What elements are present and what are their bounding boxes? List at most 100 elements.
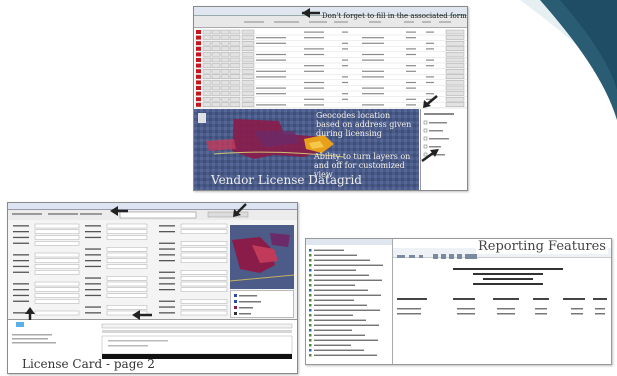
row-text (362, 37, 384, 39)
row-action-button (229, 35, 241, 40)
report-item-label (314, 279, 382, 281)
row-text (342, 48, 348, 50)
arrow-icon (302, 8, 320, 18)
form-fields (13, 223, 228, 316)
row-text (342, 59, 348, 61)
row-edit-button (445, 69, 465, 74)
shot1-title: Vendor License Datagrid (211, 173, 362, 187)
row-text (362, 76, 384, 78)
row-action-button (241, 85, 255, 91)
field-input (180, 287, 228, 293)
row-id-cell (196, 30, 201, 34)
row-edit-button (445, 52, 465, 57)
field-label (13, 242, 29, 244)
row-text (256, 53, 286, 56)
row-text (304, 87, 324, 89)
field-input (34, 223, 80, 229)
report-item-label (314, 349, 364, 351)
report-item-icon (309, 344, 312, 347)
row-action-button (229, 40, 241, 46)
callout-geocodes: Geocodes location based on address given… (316, 111, 412, 138)
report-item-icon (309, 299, 312, 302)
row-action-button (229, 80, 241, 85)
row-action-button (202, 63, 212, 68)
row-text (304, 53, 324, 56)
field-label (13, 271, 29, 273)
field-label (159, 231, 175, 233)
field-label (159, 300, 175, 302)
row-action-button (220, 91, 230, 96)
field-input (106, 281, 148, 287)
field-input (106, 287, 148, 293)
field-input (180, 276, 228, 281)
field-input (106, 223, 148, 229)
gis-map[interactable]: Geocodes location based on address given… (194, 109, 419, 190)
field-label (159, 283, 175, 285)
field-label (13, 289, 29, 291)
report-list-items (306, 239, 392, 357)
report-item-label (314, 274, 369, 276)
reporting-features-screenshot: Reporting Features (305, 238, 612, 365)
row-action-button (241, 96, 255, 102)
field-label (13, 294, 29, 297)
arrow-icon (423, 95, 438, 108)
row-id-cell (196, 63, 201, 68)
row-action-button (229, 69, 241, 74)
row-action-button (211, 74, 221, 79)
row-text (304, 81, 324, 84)
row-action-button (220, 96, 230, 102)
row-text (342, 65, 348, 67)
row-action-button (241, 57, 255, 63)
field-label (85, 248, 101, 250)
row-id-cell (196, 35, 201, 40)
row-edit-button (445, 85, 465, 91)
notes-panel[interactable]: License Card - page 2 (8, 319, 297, 373)
parcel-map[interactable] (230, 225, 294, 289)
row-action-button (202, 69, 212, 74)
row-text (256, 42, 286, 44)
row-action-button (211, 91, 221, 96)
row-edit-button (445, 96, 465, 102)
report-item-label (314, 264, 383, 266)
report-item-label (314, 259, 370, 261)
report-item-icon (309, 289, 312, 292)
row-text (362, 42, 384, 44)
field-label (159, 277, 175, 279)
row-id-cell (196, 91, 201, 96)
row-action-button (229, 52, 241, 57)
row-text (426, 76, 434, 78)
report-item-label (314, 289, 368, 291)
report-viewer[interactable] (393, 248, 611, 364)
report-item-icon (309, 249, 312, 252)
row-text (426, 59, 434, 61)
row-action-button (229, 57, 241, 63)
report-item-icon (309, 294, 312, 297)
report-item-label (314, 304, 367, 306)
row-id-cell (196, 69, 201, 74)
field-label (159, 225, 175, 227)
field-label (85, 236, 101, 239)
license-form[interactable] (11, 221, 229, 318)
map-graphic (230, 225, 294, 289)
field-input (106, 264, 148, 269)
row-id-cell (196, 102, 201, 107)
field-input (34, 252, 80, 258)
row-text (304, 31, 324, 33)
report-item-icon (309, 304, 312, 307)
field-input (180, 258, 228, 263)
row-action-button (211, 69, 221, 74)
row-text (406, 48, 416, 50)
report-list[interactable] (306, 239, 393, 364)
report-item-icon (309, 354, 312, 357)
row-text (256, 70, 286, 72)
row-id-cell (196, 46, 201, 51)
row-action-button (211, 29, 221, 35)
row-edit-button (445, 80, 465, 85)
report-item-label (314, 284, 355, 286)
field-input (34, 270, 80, 275)
row-text (426, 81, 434, 84)
field-label (85, 260, 101, 262)
row-text (304, 65, 324, 67)
shot3-title: Reporting Features (476, 239, 608, 254)
row-action-button (220, 46, 230, 51)
